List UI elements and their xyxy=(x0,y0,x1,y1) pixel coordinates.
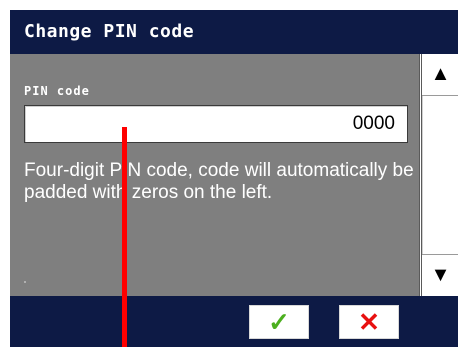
close-icon: ✕ xyxy=(358,307,380,337)
pin-code-label: PIN code xyxy=(24,84,90,98)
dialog-title: Change PIN code xyxy=(10,10,458,54)
decorative-dot xyxy=(24,281,26,283)
scrollbar[interactable]: ▲ ▼ xyxy=(421,54,458,296)
scroll-down-button[interactable]: ▼ xyxy=(422,254,458,296)
content-panel: PIN code 0000 Four-digit PIN code, code … xyxy=(10,54,420,296)
pin-help-text: Four-digit PIN code, code will automatic… xyxy=(24,160,414,203)
arrow-up-icon: ▲ xyxy=(430,63,451,85)
dialog-window: Change PIN code PIN code 0000 Four-digit… xyxy=(0,0,458,347)
red-marker-line xyxy=(122,127,127,347)
pin-code-input[interactable]: 0000 xyxy=(24,105,408,143)
confirm-button[interactable]: ✓ xyxy=(249,305,309,339)
arrow-down-icon: ▼ xyxy=(430,264,451,286)
action-bar: ✓ ✕ xyxy=(10,296,458,347)
scroll-track[interactable] xyxy=(422,96,458,254)
checkmark-icon: ✓ xyxy=(268,307,290,337)
cancel-button[interactable]: ✕ xyxy=(339,305,399,339)
scroll-up-button[interactable]: ▲ xyxy=(422,54,458,96)
